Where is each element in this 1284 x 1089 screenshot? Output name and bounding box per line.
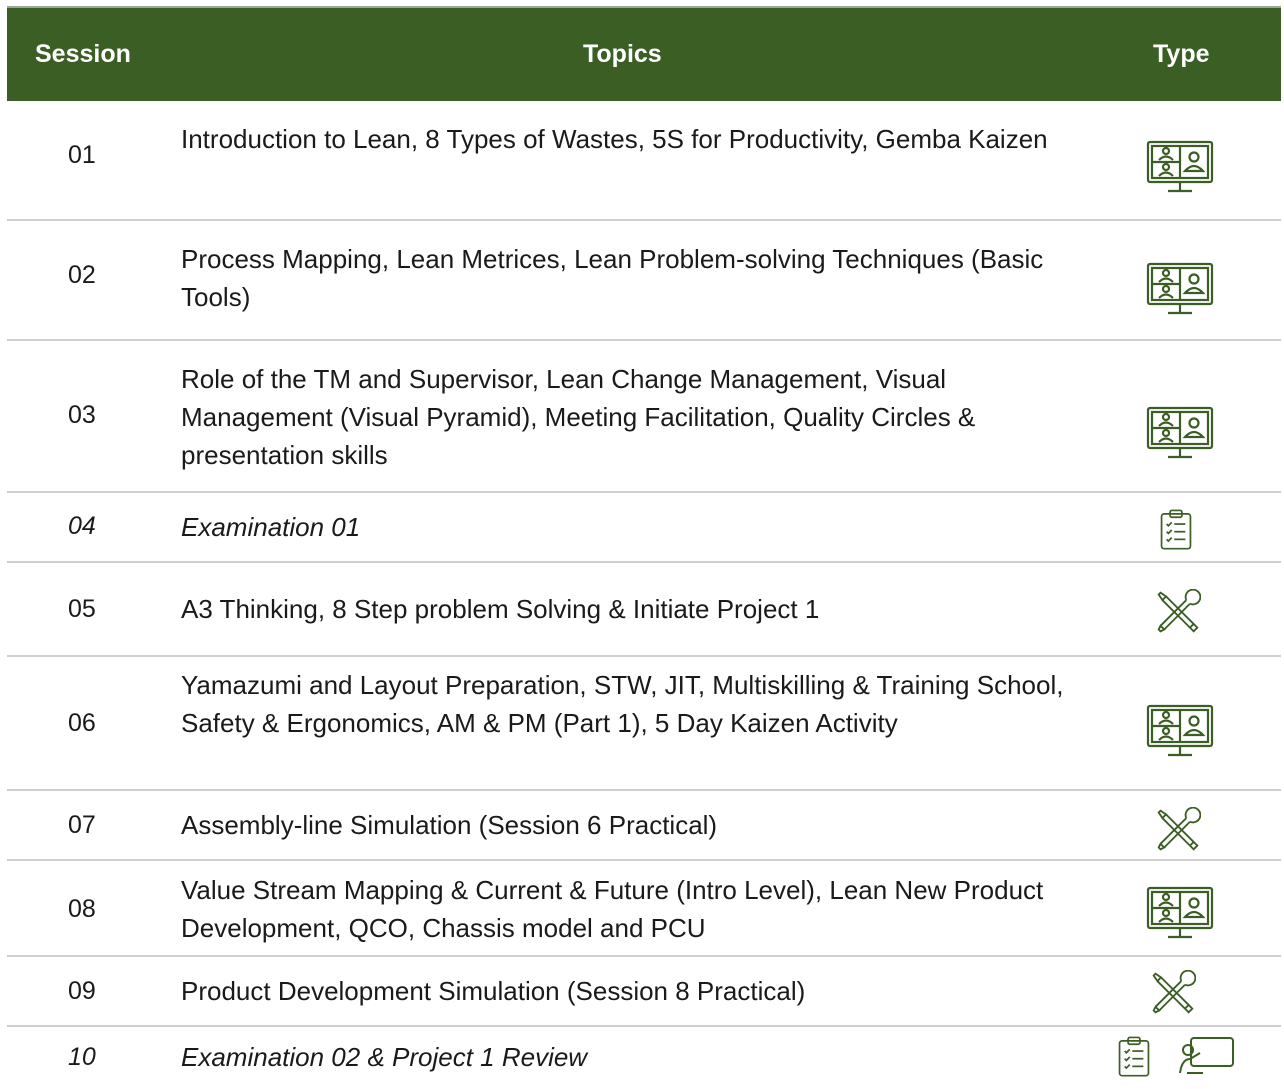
virtual-classroom-icon: [1145, 139, 1215, 195]
table-header: Session Topics Type: [7, 6, 1281, 101]
session-number: 05: [68, 595, 96, 623]
table-row: 06 Yamazumi and Layout Preparation, STW,…: [7, 657, 1281, 791]
tools-icon: [1155, 807, 1201, 853]
session-number: 09: [68, 977, 96, 1005]
table-row: 04 Examination 01: [7, 493, 1281, 563]
header-type: Type: [1153, 40, 1210, 68]
session-number: 07: [68, 811, 96, 839]
table-row: 08 Value Stream Mapping & Current & Futu…: [7, 861, 1281, 957]
session-topic: Product Development Simulation (Session …: [181, 976, 806, 1006]
session-topic: Yamazumi and Layout Preparation, STW, JI…: [181, 670, 1064, 738]
session-number: 03: [68, 401, 96, 429]
session-topic: A3 Thinking, 8 Step problem Solving & In…: [181, 594, 820, 624]
virtual-classroom-icon: [1145, 885, 1215, 941]
session-number: 02: [68, 261, 96, 289]
session-number: 10: [68, 1043, 96, 1071]
virtual-classroom-icon: [1145, 703, 1215, 759]
presentation-board-icon: [1177, 1035, 1237, 1075]
table-row: 10 Examination 02 & Project 1 Review: [7, 1027, 1281, 1089]
session-topic: Assembly-line Simulation (Session 6 Prac…: [181, 810, 718, 840]
session-number: 08: [68, 895, 96, 923]
session-number: 01: [68, 141, 96, 169]
table-row: 02 Process Mapping, Lean Metrices, Lean …: [7, 221, 1281, 341]
session-topic: Value Stream Mapping & Current & Future …: [181, 875, 1044, 943]
clipboard-checklist-icon: [1159, 508, 1193, 552]
session-topic: Introduction to Lean, 8 Types of Wastes,…: [181, 124, 1048, 154]
table-row: 09 Product Development Simulation (Sessi…: [7, 957, 1281, 1027]
table-row: 05 A3 Thinking, 8 Step problem Solving &…: [7, 563, 1281, 657]
table-row: 01 Introduction to Lean, 8 Types of Wast…: [7, 101, 1281, 221]
session-topic: Examination 02 & Project 1 Review: [181, 1042, 588, 1072]
tools-icon: [1150, 970, 1196, 1016]
sessions-table: Session Topics Type 01 Introduction to L…: [7, 6, 1281, 1089]
tools-icon: [1155, 589, 1201, 635]
session-topic: Process Mapping, Lean Metrices, Lean Pro…: [181, 244, 1044, 312]
table-row: 03 Role of the TM and Supervisor, Lean C…: [7, 341, 1281, 493]
table-row: 07 Assembly-line Simulation (Session 6 P…: [7, 791, 1281, 861]
session-topic: Role of the TM and Supervisor, Lean Chan…: [181, 364, 976, 470]
header-topics: Topics: [583, 40, 662, 68]
virtual-classroom-icon: [1145, 261, 1215, 317]
virtual-classroom-icon: [1145, 405, 1215, 461]
session-number: 06: [68, 709, 96, 737]
header-session: Session: [35, 40, 131, 68]
session-topic: Examination 01: [181, 512, 361, 542]
session-number: 04: [68, 512, 96, 540]
clipboard-checklist-icon: [1117, 1035, 1151, 1079]
